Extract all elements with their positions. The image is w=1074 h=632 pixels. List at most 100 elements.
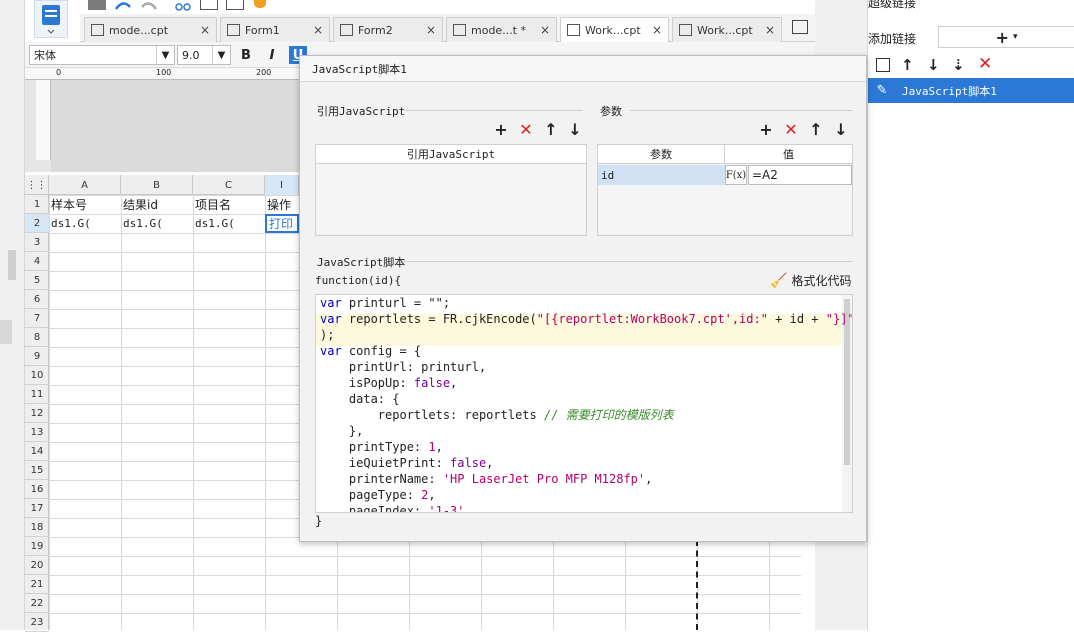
cell-b2[interactable]: ds1.G(: [121, 214, 193, 233]
row-header-8[interactable]: 8: [25, 328, 49, 347]
left-collapse-handle[interactable]: [0, 320, 12, 344]
code-line: var reportlets = FR.cjkEncode("[{reportl…: [320, 312, 853, 326]
formula-button[interactable]: F(x): [725, 165, 747, 185]
row-header-22[interactable]: 22: [25, 594, 49, 613]
row-header-1[interactable]: 1: [25, 195, 49, 214]
move-up-icon[interactable]: ↑: [901, 56, 914, 74]
row-header-20[interactable]: 20: [25, 556, 49, 575]
chevron-down-icon: ▾: [1012, 32, 1018, 42]
code-line: },: [320, 424, 364, 438]
close-icon[interactable]: ×: [305, 23, 323, 37]
code-line: ieQuietPrint: false,: [320, 456, 494, 470]
copy-icon[interactable]: [200, 0, 218, 10]
link-list-item-selected[interactable]: ✎ JavaScript脚本1: [868, 78, 1074, 103]
chevron-down-icon: ▼: [212, 46, 230, 64]
row-header: 1 2 3 4 5 6 7 8 9 10 11 12 13 14 15 16 17 18 19 20 21 22 23: [25, 195, 49, 632]
tab-label: Work...cpt: [585, 23, 641, 37]
row-header-21[interactable]: 21: [25, 575, 49, 594]
move-down-icon[interactable]: ↓: [927, 56, 940, 74]
cell-a2[interactable]: ds1.G(: [49, 214, 121, 233]
close-icon[interactable]: ×: [418, 23, 436, 37]
select-all-icon[interactable]: ⋮⋮: [25, 175, 49, 195]
cell-d1[interactable]: 操作: [265, 195, 299, 214]
grid-file-icon: [567, 24, 580, 36]
delete-param-button[interactable]: ✕: [782, 120, 800, 139]
param-value-input[interactable]: =A2: [748, 165, 852, 185]
redo-icon[interactable]: [140, 0, 158, 10]
column-d-header[interactable]: I: [265, 175, 299, 195]
close-icon[interactable]: ×: [532, 23, 550, 37]
row-header-18[interactable]: 18: [25, 518, 49, 537]
tab-model-2[interactable]: mode...t * ×: [446, 17, 557, 42]
row-header-17[interactable]: 17: [25, 499, 49, 518]
add-ref-js-button[interactable]: +: [492, 120, 510, 139]
row-header-6[interactable]: 6: [25, 290, 49, 309]
save-icon[interactable]: [88, 0, 106, 10]
row-header-2[interactable]: 2: [25, 214, 49, 233]
cut-icon[interactable]: [174, 0, 192, 11]
move-up-param-button[interactable]: ↑: [807, 120, 825, 139]
tab-workbook-1[interactable]: Work...cpt ×: [560, 17, 669, 42]
app-menu-button[interactable]: [34, 0, 68, 38]
tab-list-icon[interactable]: [792, 20, 808, 34]
tab-label: Form2: [358, 23, 393, 37]
row-header-23[interactable]: 23: [25, 613, 49, 632]
tab-form2[interactable]: Form2 ×: [333, 17, 443, 42]
close-icon[interactable]: ×: [757, 23, 775, 37]
cell-b1[interactable]: 结果id: [121, 195, 193, 214]
cell-c2[interactable]: ds1.G(: [193, 214, 265, 233]
cell-c1[interactable]: 项目名: [193, 195, 265, 214]
italic-button[interactable]: I: [263, 46, 281, 64]
ref-js-section-title: 引用JavaScript: [317, 105, 406, 118]
row-header-16[interactable]: 16: [25, 480, 49, 499]
close-icon[interactable]: ×: [192, 23, 210, 37]
form-file-icon: [227, 24, 240, 36]
move-up-ref-js-button[interactable]: ↑: [542, 120, 560, 139]
delete-ref-js-button[interactable]: ✕: [517, 120, 535, 139]
format-code-button[interactable]: 🧹 格式化代码: [770, 272, 851, 289]
code-editor[interactable]: var printurl = ""; var reportlets = FR.c…: [315, 294, 853, 513]
bold-button[interactable]: B: [237, 46, 255, 64]
row-header-13[interactable]: 13: [25, 423, 49, 442]
move-down-ref-js-button[interactable]: ↓: [566, 120, 584, 139]
format-code-label: 格式化代码: [791, 274, 852, 288]
cell-a1[interactable]: 样本号: [49, 195, 121, 214]
tab-model-1[interactable]: mode...cpt ×: [84, 17, 217, 42]
close-icon[interactable]: ×: [644, 23, 662, 37]
cell-d2-selected[interactable]: 打印: [265, 214, 299, 233]
column-a-header[interactable]: A: [49, 175, 121, 195]
format-painter-icon[interactable]: [254, 0, 266, 8]
row-header-4[interactable]: 4: [25, 252, 49, 271]
row-header-3[interactable]: 3: [25, 233, 49, 252]
tab-workbook-2[interactable]: Work...cpt ×: [672, 17, 782, 42]
row-header-10[interactable]: 10: [25, 366, 49, 385]
row-header-15[interactable]: 15: [25, 461, 49, 480]
move-bottom-icon[interactable]: ⇣: [952, 56, 965, 74]
code-scrollbar[interactable]: [842, 295, 852, 512]
paste-icon[interactable]: [226, 0, 244, 10]
param-name-cell[interactable]: id: [598, 165, 725, 185]
left-scroll-handle[interactable]: [8, 250, 16, 280]
copy-icon[interactable]: [876, 58, 890, 72]
font-size-select[interactable]: 9.0 ▼: [177, 45, 231, 65]
row-header-7[interactable]: 7: [25, 309, 49, 328]
row-header-12[interactable]: 12: [25, 404, 49, 423]
code-line: data: {: [320, 392, 400, 406]
column-c-header[interactable]: C: [193, 175, 265, 195]
code-line: var config = {: [320, 344, 422, 358]
add-param-button[interactable]: +: [757, 120, 775, 139]
row-header-11[interactable]: 11: [25, 385, 49, 404]
ref-js-table[interactable]: 引用JavaScript: [315, 144, 587, 236]
tab-form1[interactable]: Form1 ×: [220, 17, 330, 42]
row-header-9[interactable]: 9: [25, 347, 49, 366]
dialog-title: JavaScript脚本1: [300, 56, 866, 82]
column-b-header[interactable]: B: [121, 175, 193, 195]
move-down-param-button[interactable]: ↓: [832, 120, 850, 139]
row-header-5[interactable]: 5: [25, 271, 49, 290]
add-link-button[interactable]: + ▾: [938, 26, 1074, 48]
delete-icon[interactable]: ✕: [978, 54, 992, 74]
row-header-19[interactable]: 19: [25, 537, 49, 556]
font-family-select[interactable]: 宋体 ▼: [29, 45, 175, 65]
undo-icon[interactable]: [114, 0, 132, 10]
row-header-14[interactable]: 14: [25, 442, 49, 461]
